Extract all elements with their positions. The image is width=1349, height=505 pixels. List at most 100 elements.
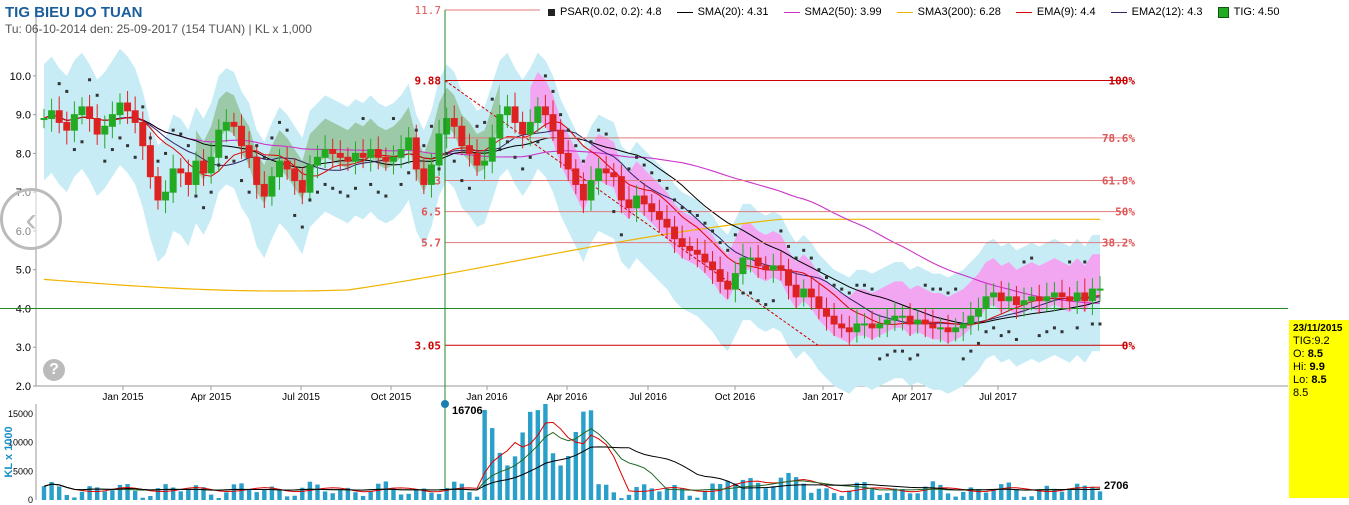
psar-dot [756,299,760,303]
x-tick-label: Oct 2015 [371,392,412,403]
volume-bar [1006,482,1012,500]
candle-body [427,164,435,185]
psar-dot [369,182,373,186]
psar-dot [88,78,92,82]
candle-body [663,218,671,228]
legend-sma50[interactable]: SMA2(50): 3.99 [783,6,882,18]
fib-value-label: 6.5 [421,206,441,219]
legend-sma20[interactable]: SMA(20): 4.31 [676,6,768,18]
psar-dot [802,248,806,252]
volume-bar [626,494,632,500]
psar-dot [650,171,654,175]
candle-body [1035,296,1043,302]
candle-body [731,273,739,290]
candle-body [313,156,321,166]
candle-body [1088,288,1096,302]
y-tick-label: 3.0 [16,342,31,354]
x-tick-label: Jul 2015 [282,392,320,403]
volume-bar [330,493,335,500]
psar-dot [247,190,251,194]
psar-dot [171,128,175,132]
fib-value-label: 5.7 [421,237,441,250]
help-icon[interactable]: ? [43,359,65,381]
volume-bar [543,404,548,500]
psar-dot [194,194,198,198]
psar-dot [331,186,335,190]
volume-bar [505,465,510,500]
candle-body [610,172,618,178]
volume-bar [1059,491,1065,500]
psar-dot [1030,256,1034,260]
candle-body [898,315,906,318]
volume-bar [186,489,191,500]
volume-bar [809,492,814,500]
psar-dot [209,190,213,194]
sma200-swatch [896,11,913,13]
volume-bar [983,492,989,500]
candle-body [724,280,732,290]
chevron-left-icon[interactable]: ‹ [0,188,62,250]
psar-dot [323,182,327,186]
infobox-open-value: 8.5 [1307,348,1323,360]
psar-dot [156,159,160,163]
psar-dot [1022,260,1026,264]
candle-body [572,168,580,185]
volume-bar [467,492,472,500]
volume-bar [968,487,974,500]
candle-body [184,172,192,185]
psar-dot [657,179,661,183]
volume-bar [923,486,928,500]
psar-dot [589,140,593,144]
infobox-low-value: 8.5 [1311,374,1327,386]
candle-body [823,307,831,317]
candle-body [876,323,884,329]
candle-body [169,168,177,193]
volume-bar [64,494,69,500]
psar-dot [483,120,487,124]
legend-ema9[interactable]: EMA(9): 4.4 [1015,6,1096,18]
candle-body [1020,300,1028,306]
volume-bar [140,497,145,500]
volume-bar [945,493,951,500]
volume-bar [406,493,411,500]
candle-body [686,245,694,251]
psar-dot [931,287,935,291]
candle-body [86,106,94,120]
legend-tig[interactable]: TIG: 4.50 [1217,6,1279,18]
volume-bar [664,488,670,500]
candle-body [473,152,481,166]
candle-body [146,145,154,178]
psar-dot [581,159,585,163]
psar-dot [908,357,912,361]
psar-dot [1068,260,1072,264]
psar-dot [498,148,502,152]
psar-dot [65,89,69,93]
candle-body [276,160,284,178]
volume-bar [717,484,723,500]
psar-dot [809,256,813,260]
candle-body [541,106,549,116]
x-tick-label: Apr 2016 [547,392,588,403]
legend-psar[interactable]: PSAR(0.02, 0.2): 4.8 [548,6,662,18]
volume-last-label: 2706 [1104,480,1128,492]
y-tick-label: 4.0 [16,303,31,315]
psar-dot [847,291,851,295]
stock-chart[interactable]: 2.03.04.05.06.07.08.09.010.09.88100%78.6… [0,0,1349,505]
psar-dot [771,299,775,303]
x-tick-label: Apr 2015 [191,392,232,403]
volume-bar [695,497,700,500]
psar-dot [148,136,152,140]
legend-sma200[interactable]: SMA3(200): 6.28 [896,6,1001,18]
fib-pct-label: 50% [1115,206,1135,219]
candle-body [154,176,162,201]
candle-body [321,149,329,158]
volume-ma-longest [43,446,1101,491]
psar-dot [133,155,137,159]
psar-dot [536,140,540,144]
candle-body [633,195,641,209]
psar-dot [240,179,244,183]
y-tick-label: 10.0 [10,71,31,83]
legend-ema12[interactable]: EMA2(12): 4.3 [1110,6,1203,18]
candle-body [260,183,268,197]
legend-label: SMA3(200): 6.28 [917,6,1001,18]
